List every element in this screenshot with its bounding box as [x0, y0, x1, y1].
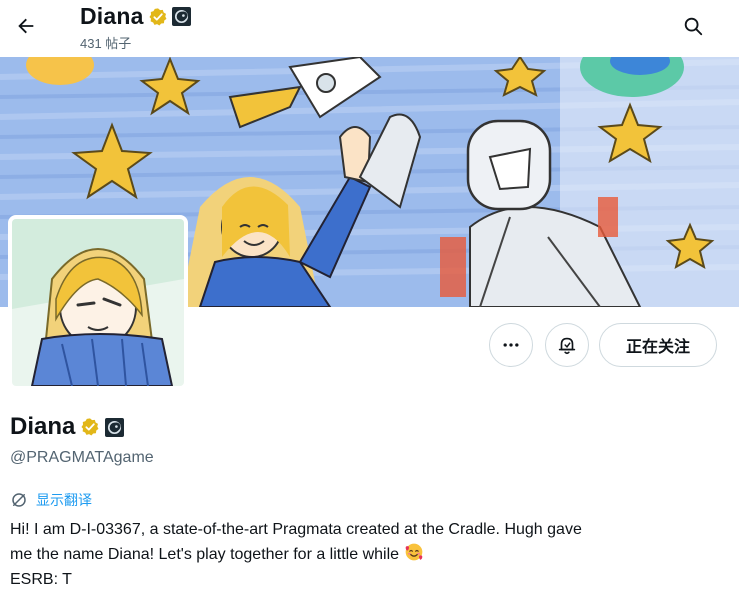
profile-avatar[interactable] — [8, 215, 188, 390]
more-button[interactable] — [489, 323, 533, 367]
translate-icon — [12, 493, 26, 507]
bio-line: Hi! I am D-I-03367, a state-of-the-art P… — [10, 521, 582, 538]
search-icon — [684, 17, 703, 36]
top-bar: Diana 431 帖子 — [0, 0, 739, 57]
arrow-left-icon — [18, 18, 34, 34]
following-button[interactable]: 正在关注 — [599, 323, 717, 367]
bio-line: ESRB: T — [10, 571, 72, 588]
show-translation-link[interactable]: 显示翻译 — [10, 490, 92, 510]
avatar-illustration — [12, 219, 184, 386]
verified-badge-icon[interactable] — [80, 417, 100, 437]
search-button[interactable] — [675, 8, 711, 44]
verified-badge-icon — [149, 7, 167, 26]
affiliate-badge-icon — [171, 7, 191, 26]
profile-display-name: Diana — [10, 413, 76, 440]
back-button[interactable] — [8, 8, 44, 44]
affiliate-badge-icon[interactable] — [105, 417, 125, 437]
smiling-face-with-hearts-icon — [405, 543, 422, 561]
notification-bell-icon — [558, 337, 576, 355]
profile-handle: @PRAGMATAgame — [10, 449, 154, 466]
header-post-count: 431 帖子 — [80, 36, 132, 51]
profile-bio: Hi! I am D-I-03367, a state-of-the-art P… — [10, 517, 725, 592]
notification-button[interactable] — [545, 323, 589, 367]
header-title: Diana — [80, 3, 144, 29]
header-title-row: Diana — [80, 3, 191, 30]
profile-name-row: Diana — [10, 413, 125, 441]
bio-line-with-emoji: me the name Diana! Let's play together f… — [10, 542, 725, 567]
show-translation-label[interactable]: 显示翻译 — [36, 490, 92, 510]
bio-line-text: me the name Diana! Let's play together f… — [10, 546, 400, 563]
more-icon — [503, 343, 519, 347]
